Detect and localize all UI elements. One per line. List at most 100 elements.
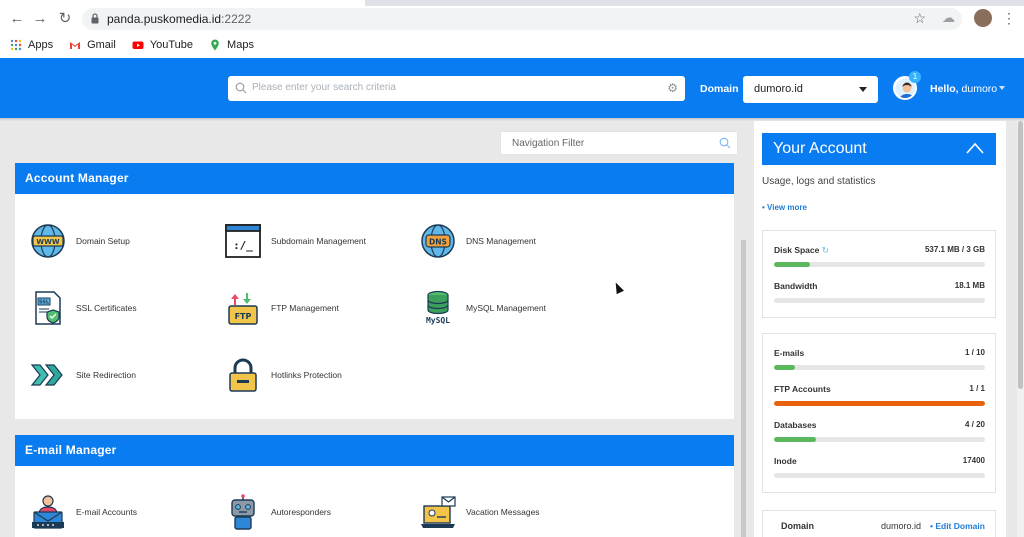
maps-pin-icon: [211, 39, 219, 51]
svg-text:DNS: DNS: [429, 238, 447, 247]
bookmark-gmail[interactable]: Gmail: [69, 39, 116, 51]
stat-value: 18.1 MB: [954, 281, 985, 290]
tool-mysql-management[interactable]: MySQL MySQL Management: [420, 290, 546, 326]
tool-autoresponders[interactable]: Autoresponders: [225, 494, 331, 530]
bookmark-youtube[interactable]: YouTube: [132, 39, 193, 51]
url-port: :2222: [221, 12, 252, 26]
bookmark-label: Apps: [28, 39, 54, 51]
tool-label: Subdomain Management: [271, 236, 366, 246]
bookmark-label: Gmail: [87, 39, 116, 51]
domain-info-label: Domain: [781, 521, 815, 531]
usage-card: Disk Space ↻ 537.1 MB / 3 GB Bandwidth 1…: [762, 230, 996, 318]
forward-icon[interactable]: →: [31, 10, 49, 28]
tool-site-redirection[interactable]: Site Redirection: [30, 357, 136, 393]
tool-label: E-mail Accounts: [76, 507, 137, 517]
usage-bar-fill: [774, 401, 985, 406]
stat-name: Disk Space ↻: [774, 245, 829, 256]
padlock-icon: [229, 358, 257, 392]
profile-avatar-icon[interactable]: [974, 9, 992, 27]
user-greeting[interactable]: Hello, dumoro: [930, 83, 997, 95]
limits-card: E-mails 1 / 10 FTP Accounts 1 / 1 Databa…: [762, 333, 996, 493]
tool-ssl-certificates[interactable]: SSL SSL Certificates: [30, 290, 137, 326]
refresh-icon[interactable]: ↻: [822, 245, 829, 255]
usage-bar: [774, 437, 985, 442]
page-scrollbar[interactable]: [1017, 121, 1024, 537]
extension-icon[interactable]: ☁: [942, 10, 958, 26]
svg-text::/_: :/_: [233, 239, 253, 252]
account-manager-title: Account Manager: [15, 163, 734, 194]
bookmarks-bar: Apps Gmail YouTube Maps: [0, 35, 260, 55]
bookmark-maps[interactable]: Maps: [209, 39, 254, 51]
usage-bar: [774, 298, 985, 303]
domain-select-value: dumoro.id: [754, 83, 803, 95]
edit-domain-link[interactable]: • Edit Domain: [930, 521, 985, 531]
stat-name: Bandwidth: [774, 281, 818, 291]
tool-label: Autoresponders: [271, 507, 332, 517]
usage-bar-fill: [774, 437, 817, 442]
reload-icon[interactable]: ↻: [56, 10, 74, 28]
bookmark-apps[interactable]: Apps: [10, 39, 53, 51]
tool-label: Domain Setup: [76, 236, 130, 246]
ssl-certificate-icon: SSL: [35, 291, 61, 325]
gear-icon[interactable]: ⚙: [667, 81, 678, 95]
redirect-arrows-icon: [30, 364, 63, 386]
tool-label: MySQL Management: [466, 303, 546, 313]
ftp-folder-icon: FTP: [228, 293, 258, 325]
mysql-database-icon: MySQL: [426, 290, 450, 325]
your-account-header[interactable]: Your Account: [762, 133, 996, 165]
stat-name: Databases: [774, 420, 817, 430]
account-manager-panel: Account Manager WWW Domain Setup :/_ Sub…: [15, 163, 734, 419]
user-menu-caret-icon[interactable]: [999, 86, 1005, 90]
usage-bar: [774, 365, 985, 370]
youtube-icon: [132, 41, 144, 49]
search-placeholder: Please enter your search criteria: [252, 82, 396, 93]
tool-label: Site Redirection: [76, 370, 137, 380]
stat-value: 4 / 20: [964, 420, 985, 429]
tool-hotlinks-protection[interactable]: Hotlinks Protection: [225, 357, 342, 393]
search-input[interactable]: Please enter your search criteria ⚙: [228, 76, 685, 101]
view-more-link[interactable]: • View more: [762, 203, 807, 212]
kebab-menu-icon[interactable]: ⋮: [1002, 9, 1016, 27]
greeting-text: Hello,: [930, 83, 959, 95]
tool-ftp-management[interactable]: FTP FTP Management: [225, 290, 339, 326]
domain-label: Domain: [700, 83, 739, 95]
page-scrollbar-thumb[interactable]: [1018, 121, 1023, 389]
url-text: panda.puskomedia.id:2222: [107, 12, 251, 26]
chevron-up-icon[interactable]: [966, 142, 984, 154]
back-icon[interactable]: ←: [8, 10, 26, 28]
www-globe-icon: WWW: [31, 224, 65, 258]
tool-domain-setup[interactable]: WWW Domain Setup: [30, 223, 130, 259]
svg-text:MySQL: MySQL: [426, 316, 450, 325]
active-tab[interactable]: [0, 0, 365, 6]
vacation-laptop-icon: [421, 496, 456, 528]
bookmark-star-icon[interactable]: ☆: [913, 10, 926, 27]
stat-value: 1 / 10: [964, 348, 985, 357]
usage-bar-fill: [774, 262, 810, 267]
bookmark-label: Maps: [227, 39, 254, 51]
bookmark-label: YouTube: [149, 39, 194, 51]
tool-vacation-messages[interactable]: Vacation Messages: [420, 494, 540, 530]
your-account-subtitle: Usage, logs and statistics: [762, 176, 876, 187]
usage-bar: [774, 262, 985, 267]
domain-select[interactable]: dumoro.id: [743, 76, 878, 103]
apps-grid-icon: [10, 39, 22, 51]
stat-name: E-mails: [774, 348, 805, 358]
navigation-filter-input[interactable]: Navigation Filter: [500, 131, 738, 155]
svg-text:FTP: FTP: [235, 312, 252, 321]
panel-scrollbar[interactable]: [741, 240, 746, 537]
tool-dns-management[interactable]: DNS DNS Management: [420, 223, 536, 259]
tool-label: FTP Management: [271, 303, 339, 313]
address-bar[interactable]: panda.puskomedia.id:2222 ☆: [82, 8, 962, 30]
browser-chrome: ← → ↻ panda.puskomedia.id:2222 ☆ ☁ ⋮ App…: [0, 0, 1024, 58]
tool-subdomain-management[interactable]: :/_ Subdomain Management: [225, 223, 366, 259]
dns-globe-icon: DNS: [421, 224, 455, 258]
tool-email-accounts[interactable]: E-mail Accounts: [30, 494, 137, 530]
navigation-filter-placeholder: Navigation Filter: [512, 138, 585, 149]
usage-bar: [774, 473, 985, 478]
tool-label: Vacation Messages: [466, 507, 540, 517]
email-manager-title: E-mail Manager: [15, 435, 734, 466]
notification-badge[interactable]: 1: [909, 71, 921, 83]
svg-text:SSL: SSL: [39, 300, 50, 306]
search-icon: [719, 137, 731, 149]
svg-text:WWW: WWW: [36, 238, 59, 246]
